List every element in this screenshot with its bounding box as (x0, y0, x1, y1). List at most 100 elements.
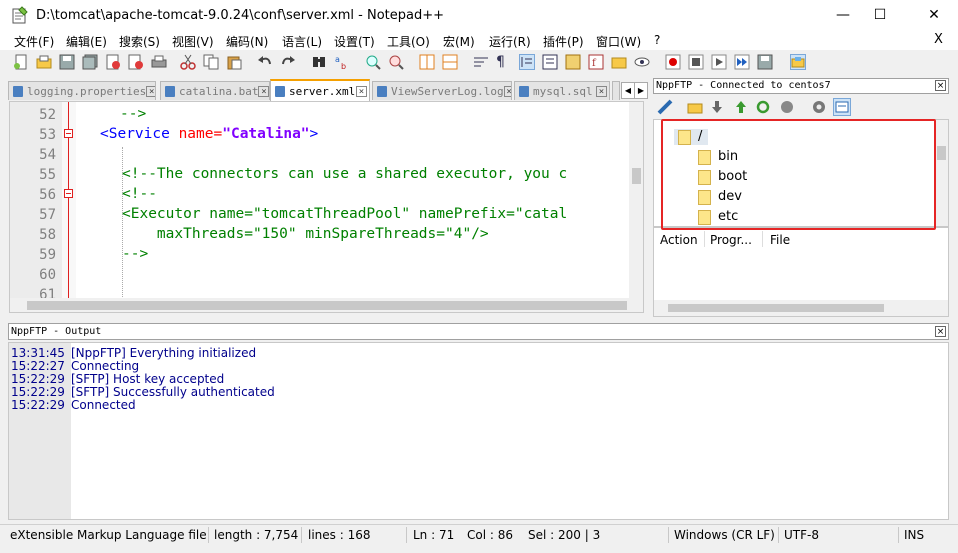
copy-icon[interactable] (203, 54, 219, 70)
open-directory-icon[interactable] (687, 99, 703, 115)
find-icon[interactable] (311, 54, 327, 70)
menu-encoding[interactable]: 编码(N) (226, 33, 268, 50)
code-editor[interactable]: 52 53 54 55 56 57 58 59 60 61 --> <Servi… (9, 101, 644, 313)
new-file-icon[interactable] (13, 54, 29, 70)
nppftp-toggle-icon[interactable] (790, 54, 806, 70)
print-icon[interactable] (151, 54, 167, 70)
download-icon[interactable] (709, 99, 725, 115)
close-window-button[interactable]: ✕ (911, 0, 957, 30)
scroll-thumb[interactable] (632, 168, 641, 184)
output-log[interactable]: 13:31:45 [NppFTP] Everything initialized… (8, 342, 949, 520)
scroll-thumb[interactable] (27, 301, 627, 310)
stop-macro-icon[interactable] (688, 54, 704, 70)
queue-horizontal-scrollbar[interactable] (654, 300, 948, 316)
menu-macro[interactable]: 宏(M) (443, 33, 475, 50)
column-action[interactable]: Action (660, 233, 698, 247)
redo-icon[interactable] (280, 54, 296, 70)
menu-file[interactable]: 文件(F) (14, 33, 54, 50)
word-wrap-icon[interactable] (473, 54, 489, 70)
menu-search[interactable]: 搜索(S) (119, 33, 160, 50)
menu-settings[interactable]: 设置(T) (334, 33, 375, 50)
upload-icon[interactable] (733, 99, 749, 115)
close-file-icon[interactable] (105, 54, 121, 70)
menu-view[interactable]: 视图(V) (172, 33, 214, 50)
editor-horizontal-scrollbar[interactable] (10, 298, 643, 312)
save-icon[interactable] (59, 54, 75, 70)
sync-horizontal-icon[interactable] (442, 54, 458, 70)
tab-overflow[interactable] (612, 81, 620, 100)
folder-workspace-icon[interactable] (611, 54, 627, 70)
tab-catalina-bat[interactable]: catalina.bat × (160, 81, 270, 100)
abort-icon[interactable] (779, 99, 795, 115)
scroll-thumb[interactable] (668, 304, 884, 312)
fold-toggle-icon[interactable] (64, 189, 73, 198)
undo-icon[interactable] (257, 54, 273, 70)
monitoring-icon[interactable] (634, 54, 650, 70)
tab-scroll-right-icon[interactable]: ▶ (634, 82, 648, 99)
column-progress[interactable]: Progr... (710, 233, 752, 247)
record-macro-icon[interactable] (665, 54, 681, 70)
open-file-icon[interactable] (36, 54, 52, 70)
status-encoding[interactable]: UTF-8 (784, 528, 819, 542)
fold-toggle-icon[interactable] (64, 129, 73, 138)
tab-close-icon[interactable]: × (356, 85, 367, 97)
status-insert-mode[interactable]: INS (904, 528, 924, 542)
zoom-out-icon[interactable] (388, 54, 404, 70)
tab-close-icon[interactable]: × (596, 85, 607, 97)
menu-edit[interactable]: 编辑(E) (66, 33, 107, 50)
code-token: Service (108, 126, 170, 142)
show-all-chars-icon[interactable]: ¶ (496, 54, 512, 70)
column-file[interactable]: File (770, 233, 790, 247)
output-close-icon[interactable]: × (935, 326, 946, 337)
play-macro-icon[interactable] (711, 54, 727, 70)
nppftp-close-icon[interactable]: × (935, 80, 946, 91)
title-bar: D:\tomcat\apache-tomcat-9.0.24\conf\serv… (0, 0, 958, 30)
paste-icon[interactable] (226, 54, 242, 70)
udl-icon[interactable] (542, 54, 558, 70)
tab-close-icon[interactable]: × (146, 85, 155, 97)
message-window-icon[interactable] (833, 98, 851, 116)
menu-language[interactable]: 语言(L) (282, 33, 322, 50)
connect-icon[interactable] (657, 99, 673, 115)
status-eol[interactable]: Windows (CR LF) (674, 528, 775, 542)
menu-plugins[interactable]: 插件(P) (543, 33, 584, 50)
close-document-button[interactable]: X (934, 32, 943, 47)
tab-mysql-sql[interactable]: mysql.sql × (514, 81, 610, 100)
maximize-button[interactable]: ☐ (857, 0, 903, 30)
status-sel: Sel : 200 | 3 (528, 528, 601, 542)
function-list-icon[interactable]: f (588, 54, 604, 70)
menu-tools[interactable]: 工具(O) (387, 33, 430, 50)
code-line-59: --> (122, 246, 149, 262)
menu-run[interactable]: 运行(R) (489, 33, 531, 50)
refresh-icon[interactable] (755, 99, 771, 115)
fold-margin (62, 102, 76, 298)
menu-help[interactable]: ? (654, 33, 660, 47)
tab-scroll-left-icon[interactable]: ◀ (621, 82, 635, 99)
status-file-type: eXtensible Markup Language file (10, 528, 207, 542)
tab-server-xml[interactable]: server.xml × (270, 79, 370, 101)
zoom-in-icon[interactable] (365, 54, 381, 70)
tree-vertical-scrollbar[interactable] (935, 120, 948, 226)
tab-close-icon[interactable]: × (258, 85, 269, 97)
menu-window[interactable]: 窗口(W) (596, 33, 641, 50)
log-message: Connecting (71, 359, 140, 373)
tab-logging-properties[interactable]: logging.properties × (8, 81, 156, 100)
tab-viewserverlog-log[interactable]: ViewServerLog.log × (372, 81, 512, 100)
indent-guide-icon[interactable] (519, 54, 535, 70)
sync-vertical-icon[interactable] (419, 54, 435, 70)
doc-map-icon[interactable] (565, 54, 581, 70)
save-all-icon[interactable] (82, 54, 98, 70)
editor-vertical-scrollbar[interactable] (629, 102, 643, 298)
scroll-thumb[interactable] (937, 146, 946, 160)
save-macro-icon[interactable] (757, 54, 773, 70)
replace-icon[interactable]: ab (334, 54, 350, 71)
cut-icon[interactable] (180, 54, 196, 70)
run-macro-multiple-icon[interactable] (734, 54, 750, 70)
svg-text:b: b (341, 62, 346, 70)
status-col: Col : 86 (467, 528, 513, 542)
log-message: [SFTP] Host key accepted (71, 372, 225, 386)
settings-gear-icon[interactable] (811, 99, 827, 115)
tab-close-icon[interactable]: × (503, 85, 511, 97)
close-all-icon[interactable] (128, 54, 144, 70)
code-line-56: <!-- (122, 186, 157, 202)
